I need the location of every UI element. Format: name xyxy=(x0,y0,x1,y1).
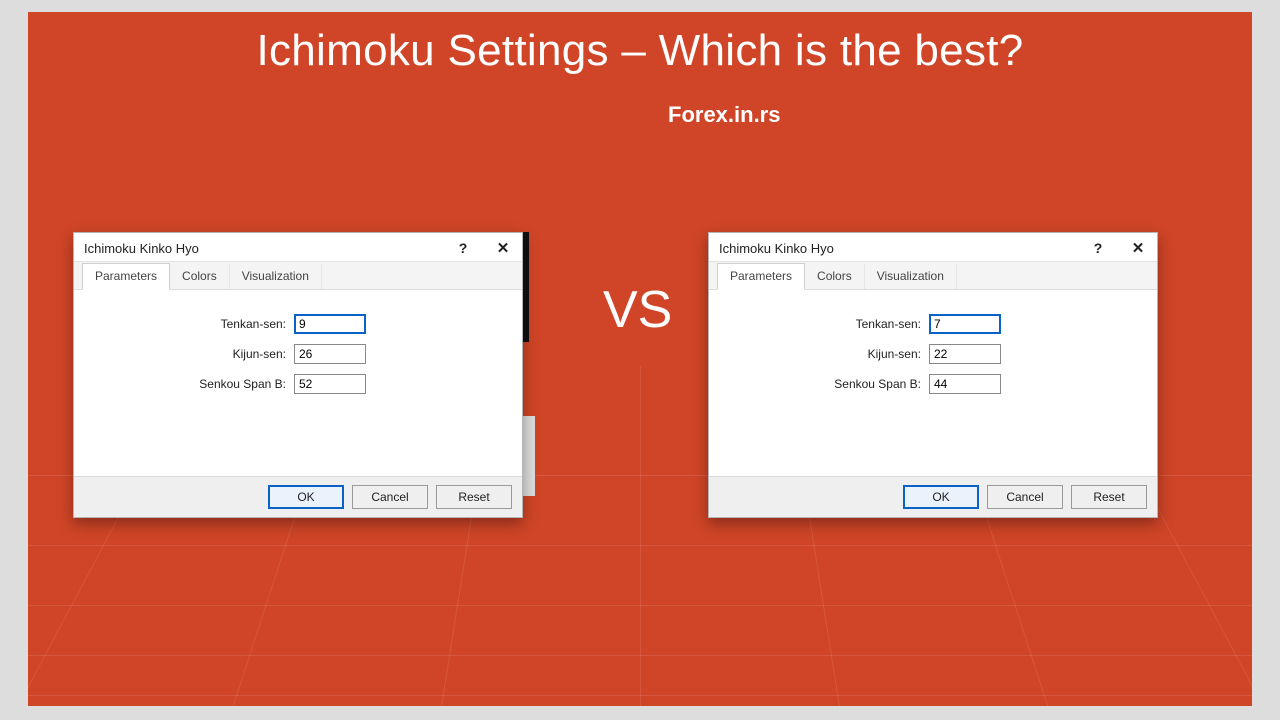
parameters-panel: Tenkan-sen: Kijun-sen: Senkou Span B: xyxy=(709,289,1157,476)
senkou-input[interactable] xyxy=(294,374,366,394)
titlebar: Ichimoku Kinko Hyo ? ✕ xyxy=(74,233,522,261)
vs-label: VS xyxy=(603,280,672,340)
help-icon[interactable]: ? xyxy=(1089,239,1107,257)
ok-button[interactable]: OK xyxy=(903,485,979,509)
tab-parameters[interactable]: Parameters xyxy=(717,263,805,290)
subtitle: Forex.in.rs xyxy=(668,102,780,128)
close-icon[interactable]: ✕ xyxy=(494,239,512,257)
tenkan-label: Tenkan-sen: xyxy=(94,317,294,331)
kijun-label: Kijun-sen: xyxy=(729,347,929,361)
screenshot-edge xyxy=(521,416,535,496)
tab-parameters[interactable]: Parameters xyxy=(82,263,170,290)
cancel-button[interactable]: Cancel xyxy=(352,485,428,509)
kijun-label: Kijun-sen: xyxy=(94,347,294,361)
page-title: Ichimoku Settings – Which is the best? xyxy=(28,26,1252,76)
dialog-title: Ichimoku Kinko Hyo xyxy=(719,241,834,256)
senkou-input[interactable] xyxy=(929,374,1001,394)
ichimoku-dialog-left: Ichimoku Kinko Hyo ? ✕ Parameters Colors… xyxy=(73,232,523,518)
reset-button[interactable]: Reset xyxy=(1071,485,1147,509)
senkou-label: Senkou Span B: xyxy=(729,377,929,391)
tabstrip: Parameters Colors Visualization xyxy=(709,261,1157,289)
tab-colors[interactable]: Colors xyxy=(170,264,230,289)
dialog-title: Ichimoku Kinko Hyo xyxy=(84,241,199,256)
buttonbar: OK Cancel Reset xyxy=(74,476,522,517)
senkou-label: Senkou Span B: xyxy=(94,377,294,391)
kijun-input[interactable] xyxy=(929,344,1001,364)
tenkan-input[interactable] xyxy=(294,314,366,334)
tenkan-input[interactable] xyxy=(929,314,1001,334)
ok-button[interactable]: OK xyxy=(268,485,344,509)
ichimoku-dialog-right: Ichimoku Kinko Hyo ? ✕ Parameters Colors… xyxy=(708,232,1158,518)
kijun-input[interactable] xyxy=(294,344,366,364)
buttonbar: OK Cancel Reset xyxy=(709,476,1157,517)
close-icon[interactable]: ✕ xyxy=(1129,239,1147,257)
parameters-panel: Tenkan-sen: Kijun-sen: Senkou Span B: xyxy=(74,289,522,476)
tabstrip: Parameters Colors Visualization xyxy=(74,261,522,289)
reset-button[interactable]: Reset xyxy=(436,485,512,509)
tab-visualization[interactable]: Visualization xyxy=(230,264,322,289)
cancel-button[interactable]: Cancel xyxy=(987,485,1063,509)
tab-colors[interactable]: Colors xyxy=(805,264,865,289)
help-icon[interactable]: ? xyxy=(454,239,472,257)
titlebar: Ichimoku Kinko Hyo ? ✕ xyxy=(709,233,1157,261)
tab-visualization[interactable]: Visualization xyxy=(865,264,957,289)
slide: Ichimoku Settings – Which is the best? F… xyxy=(28,12,1252,706)
tenkan-label: Tenkan-sen: xyxy=(729,317,929,331)
